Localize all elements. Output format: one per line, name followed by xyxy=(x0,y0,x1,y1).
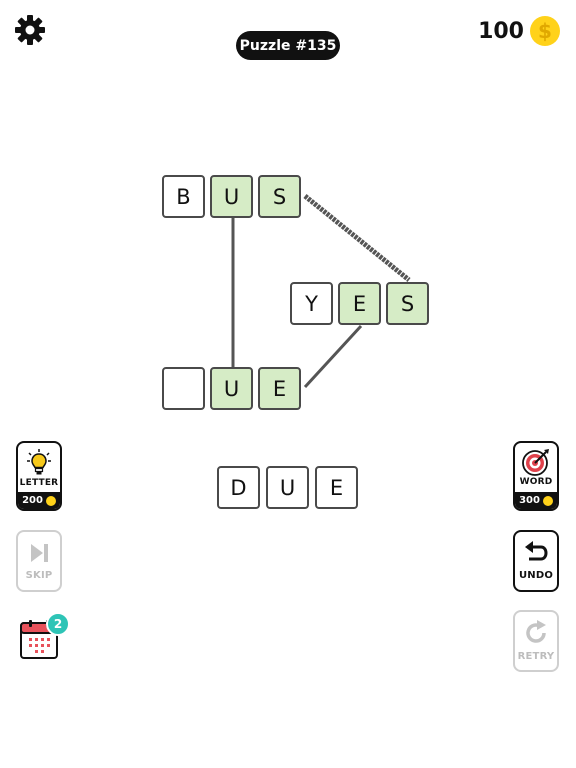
input-letter-tile[interactable]: D xyxy=(217,466,260,509)
calendar-badge: 2 xyxy=(46,612,70,636)
coin-icon xyxy=(542,495,553,506)
coin-icon xyxy=(45,495,56,506)
input-letter-tile[interactable]: E xyxy=(315,466,358,509)
board-tile-solved: U xyxy=(210,367,253,410)
board-tile: B xyxy=(162,175,205,218)
board-tile-solved: U xyxy=(210,175,253,218)
undo-label: UNDO xyxy=(518,570,554,581)
undo-button[interactable]: UNDO xyxy=(513,530,559,592)
board-tile-solved: S xyxy=(258,175,301,218)
input-letter-tile[interactable]: U xyxy=(266,466,309,509)
letter-hint-cost: 200 xyxy=(18,492,60,509)
lightbulb-icon xyxy=(27,449,51,475)
word-hint-button[interactable]: WORD 300 xyxy=(513,441,559,511)
word-hint-cost-value: 300 xyxy=(519,495,540,506)
board-tile-solved: S xyxy=(386,282,429,325)
letter-hint-cost-value: 200 xyxy=(22,495,43,506)
word-hint-label: WORD xyxy=(519,477,553,487)
letter-hint-button[interactable]: LETTER 200 xyxy=(16,441,62,511)
board-tile-solved: E xyxy=(338,282,381,325)
undo-icon xyxy=(525,541,548,561)
board-tile-empty[interactable] xyxy=(162,367,205,410)
skip-button[interactable]: SKIP xyxy=(16,530,62,592)
link-s-s xyxy=(303,194,411,282)
retry-icon xyxy=(526,620,546,643)
word-hint-cost: 300 xyxy=(515,492,557,509)
retry-label: RETRY xyxy=(517,651,555,662)
retry-button[interactable]: RETRY xyxy=(513,610,559,672)
letter-hint-label: LETTER xyxy=(19,478,59,488)
skip-icon xyxy=(31,544,48,562)
board-tile-solved: E xyxy=(258,367,301,410)
link-e-e xyxy=(303,324,363,389)
target-icon xyxy=(522,449,549,476)
skip-label: SKIP xyxy=(25,570,53,581)
board-tile: Y xyxy=(290,282,333,325)
